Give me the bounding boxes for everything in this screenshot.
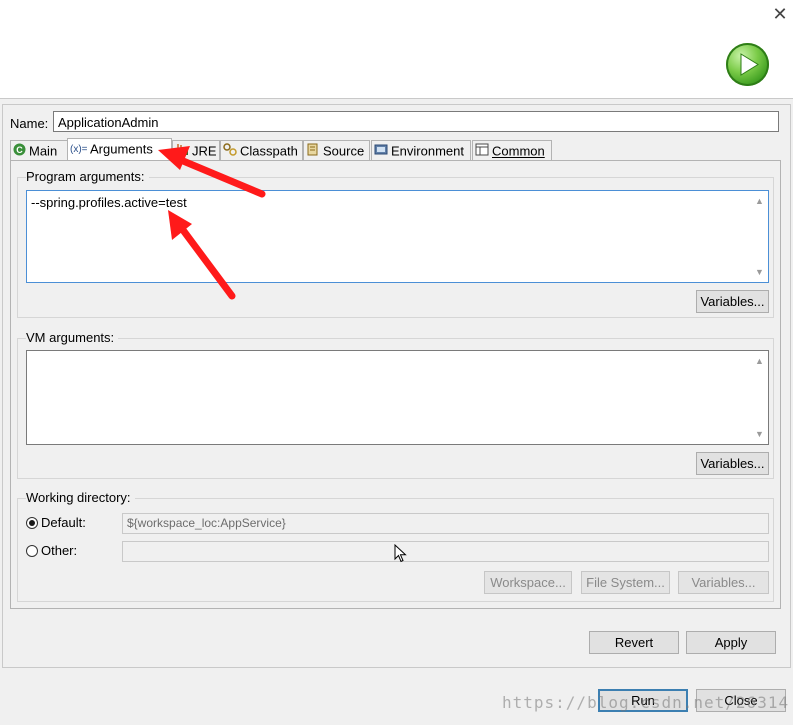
- program-arguments-textarea[interactable]: --spring.profiles.active=test ▲ ▼: [26, 190, 769, 283]
- other-radio[interactable]: [26, 545, 38, 557]
- program-arguments-scrollbar[interactable]: ▲ ▼: [751, 191, 768, 282]
- scroll-down-icon[interactable]: ▼: [751, 265, 768, 279]
- main-class-icon: C: [13, 142, 26, 162]
- default-radio[interactable]: [26, 517, 38, 529]
- revert-button[interactable]: Revert: [589, 631, 679, 654]
- watermark-text: https://blog.csdn.net/26314: [502, 693, 790, 712]
- run-logo-icon: [726, 43, 769, 86]
- vm-arguments-scrollbar[interactable]: ▲ ▼: [751, 351, 768, 444]
- tab-common[interactable]: Common: [472, 140, 552, 160]
- file-system-button[interactable]: File System...: [581, 571, 670, 594]
- vm-arguments-variables-button[interactable]: Variables...: [696, 452, 769, 475]
- other-label: Other:: [41, 543, 78, 558]
- tab-environment[interactable]: Environment: [371, 140, 471, 160]
- tab-source[interactable]: Source: [303, 140, 370, 160]
- tab-arguments-label: Arguments: [90, 141, 153, 157]
- name-label: Name:: [10, 116, 49, 131]
- workspace-button[interactable]: Workspace...: [484, 571, 572, 594]
- source-icon: [306, 142, 320, 162]
- working-directory-variables-button[interactable]: Variables...: [678, 571, 769, 594]
- svg-text:(x)=: (x)=: [70, 144, 87, 154]
- default-directory-field: ${workspace_loc:AppService}: [122, 513, 769, 534]
- tab-common-label: Common: [492, 143, 545, 159]
- environment-icon: [374, 142, 388, 162]
- annotation-arrow-icon: [168, 210, 236, 300]
- header-separator: [0, 98, 793, 99]
- tab-source-label: Source: [323, 143, 365, 159]
- tab-environment-label: Environment: [391, 143, 464, 159]
- apply-button[interactable]: Apply: [686, 631, 776, 654]
- common-icon: [475, 142, 489, 162]
- program-arguments-group: Program arguments: --spring.profiles.act…: [17, 169, 774, 318]
- vm-arguments-textarea[interactable]: ▲ ▼: [26, 350, 769, 445]
- svg-text:C: C: [16, 145, 23, 155]
- vm-arguments-title: VM arguments:: [26, 330, 119, 345]
- close-window-icon[interactable]: ✕: [770, 4, 790, 24]
- tab-main-label: Main: [29, 143, 58, 159]
- scroll-up-icon[interactable]: ▲: [751, 354, 768, 368]
- program-arguments-variables-button[interactable]: Variables...: [696, 290, 769, 313]
- dialog-header: [0, 0, 793, 98]
- scroll-up-icon[interactable]: ▲: [751, 194, 768, 208]
- arguments-panel: Program arguments: --spring.profiles.act…: [10, 160, 781, 609]
- name-input[interactable]: ApplicationAdmin: [53, 111, 779, 132]
- annotation-arrow-icon: [158, 146, 266, 198]
- program-arguments-title: Program arguments:: [26, 169, 149, 184]
- mouse-cursor-icon: [394, 544, 407, 563]
- other-directory-field[interactable]: [122, 541, 769, 562]
- scroll-down-icon[interactable]: ▼: [751, 427, 768, 441]
- vm-arguments-group: VM arguments: ▲ ▼ Variables...: [17, 330, 774, 479]
- default-label: Default:: [41, 515, 86, 530]
- tab-main[interactable]: C Main: [10, 140, 68, 160]
- arguments-icon: (x)=: [70, 140, 88, 160]
- working-directory-title: Working directory:: [26, 490, 135, 505]
